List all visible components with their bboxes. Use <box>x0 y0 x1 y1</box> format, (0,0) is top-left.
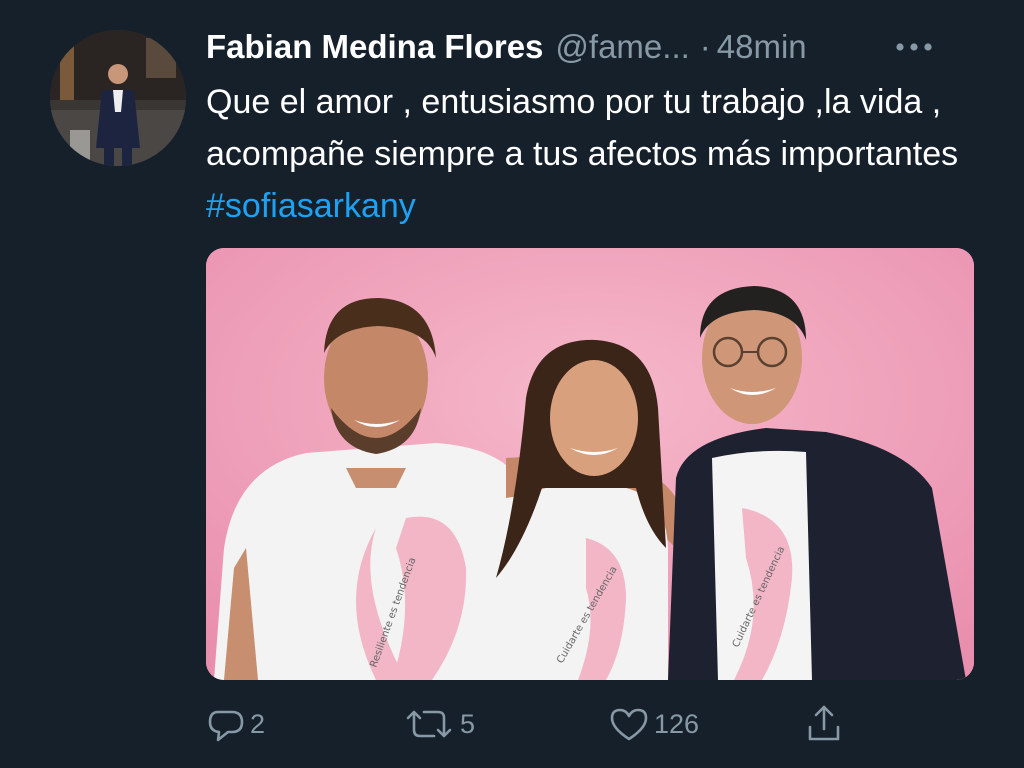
share-button[interactable] <box>804 700 844 748</box>
tweet-actions: 2 5 126 <box>206 700 986 748</box>
retweet-icon <box>402 704 456 744</box>
retweet-button[interactable]: 5 <box>402 700 475 748</box>
author-avatar[interactable] <box>50 30 186 166</box>
photo-three-people-icon: Resiliente es tendencia Cuidarte es tend… <box>206 248 974 680</box>
tweet-photo[interactable]: Resiliente es tendencia Cuidarte es tend… <box>206 248 974 680</box>
avatar-photo-icon <box>50 30 186 166</box>
retweet-count: 5 <box>460 708 476 739</box>
heart-icon <box>608 704 650 744</box>
like-button[interactable]: 126 <box>608 700 699 748</box>
reply-icon <box>206 704 246 744</box>
more-horizontal-icon[interactable] <box>892 24 936 70</box>
share-icon <box>804 703 844 745</box>
author-handle[interactable]: @fame... <box>555 24 689 70</box>
separator-dot: · <box>699 28 711 65</box>
like-count: 126 <box>654 708 700 739</box>
tweet-card[interactable]: Fabian Medina Flores @fame... · 48min Qu… <box>0 0 1024 768</box>
tweet-timestamp[interactable]: 48min <box>717 24 807 70</box>
tweet-text: Que el amor , entusiasmo por tu trabajo … <box>206 76 996 232</box>
tweet-text-body: Que el amor , entusiasmo por tu trabajo … <box>206 83 959 173</box>
reply-count: 2 <box>250 708 266 739</box>
hashtag-link[interactable]: #sofiasarkany <box>206 187 416 225</box>
reply-button[interactable]: 2 <box>206 700 265 748</box>
tweet-header: Fabian Medina Flores @fame... · 48min <box>206 24 986 70</box>
author-name[interactable]: Fabian Medina Flores <box>206 24 543 70</box>
